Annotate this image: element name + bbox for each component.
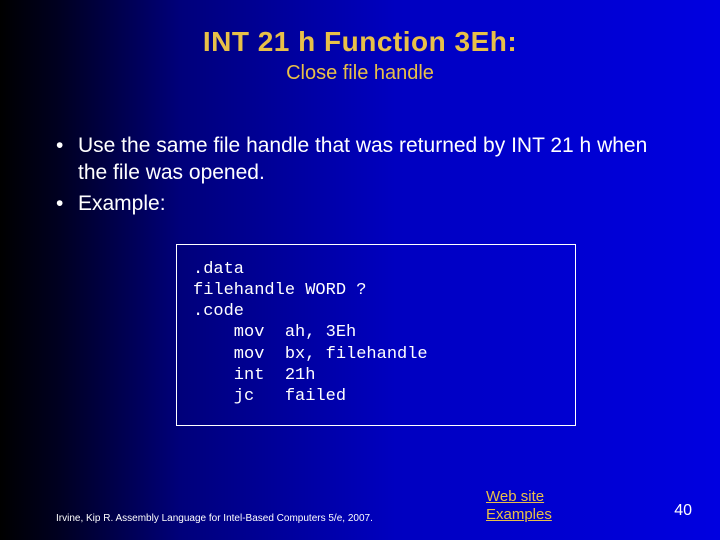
citation-text: Irvine, Kip R. Assembly Language for Int… xyxy=(56,513,416,524)
footer-links: Web site Examples xyxy=(416,488,652,524)
examples-link[interactable]: Examples xyxy=(486,506,552,523)
slide-subtitle: Close file handle xyxy=(0,62,720,85)
code-listing: .data filehandle WORD ? .code mov ah, 3E… xyxy=(193,259,559,408)
page-number: 40 xyxy=(652,502,692,524)
slide-body: Use the same file handle that was return… xyxy=(56,133,680,426)
slide: INT 21 h Function 3Eh: Close file handle… xyxy=(0,0,720,540)
code-box: .data filehandle WORD ? .code mov ah, 3E… xyxy=(176,244,576,427)
bullet-item: Example: xyxy=(56,191,680,218)
slide-title: INT 21 h Function 3Eh: xyxy=(0,0,720,58)
web-site-link[interactable]: Web site xyxy=(486,488,544,505)
footer: Irvine, Kip R. Assembly Language for Int… xyxy=(0,488,720,524)
bullet-item: Use the same file handle that was return… xyxy=(56,133,680,187)
